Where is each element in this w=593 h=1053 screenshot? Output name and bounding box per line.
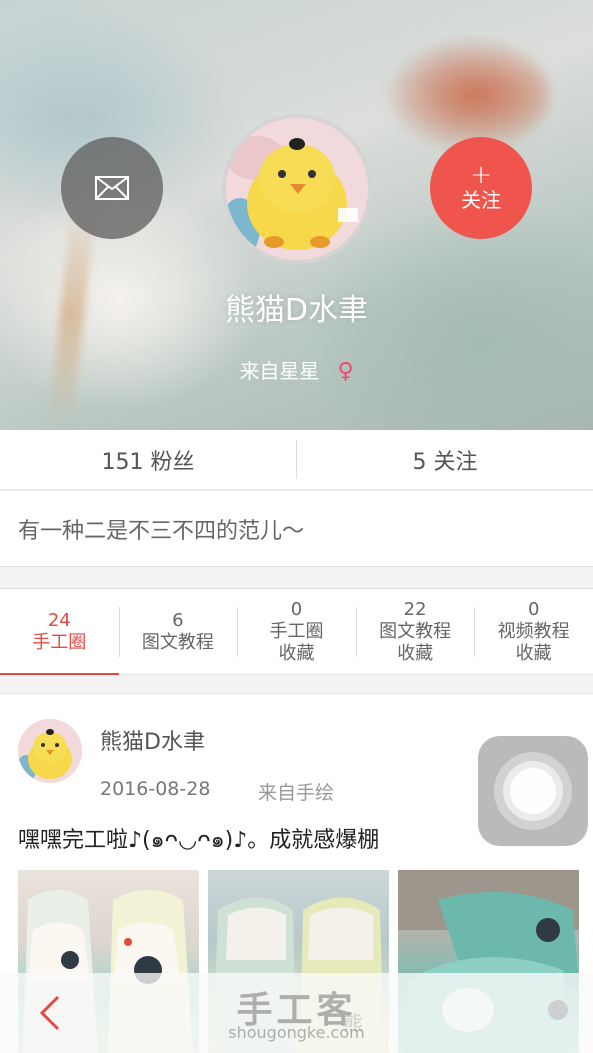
- tab-video-favorites[interactable]: 0 视频教程 收藏: [474, 589, 593, 674]
- profile-avatar[interactable]: [222, 114, 372, 264]
- stats-bar: 151 粉丝 5 关注: [0, 430, 593, 490]
- assistive-touch-button[interactable]: [478, 736, 588, 846]
- tab-count: 0: [290, 598, 303, 620]
- tab-label-line2: 收藏: [515, 642, 552, 664]
- post-author-name[interactable]: 熊猫D水聿: [100, 724, 205, 756]
- profile-username: 熊猫D水聿: [224, 293, 369, 328]
- following-count[interactable]: 5 关注: [297, 430, 593, 489]
- follow-button[interactable]: + 关注: [430, 137, 532, 239]
- tab-label: 图文教程: [379, 620, 452, 642]
- tab-count: 0: [527, 598, 540, 620]
- chick-plush-avatar: [226, 118, 368, 260]
- plus-icon: +: [470, 160, 492, 190]
- post-date: 2016-08-28: [100, 778, 211, 800]
- tab-count: 6: [172, 609, 184, 631]
- mail-icon: [95, 176, 129, 200]
- profile-origin: 来自星星 ♀: [0, 355, 593, 384]
- profile-header: + 关注 熊猫D水聿 来自星星 ♀: [0, 0, 593, 430]
- profile-bio: 有一种二是不三不四的范儿～: [0, 491, 593, 567]
- origin-text: 来自星星: [239, 359, 320, 383]
- female-icon: ♀: [337, 359, 354, 384]
- profile-tabs: 24 手工圈 6 图文教程 0 手工圈 收藏 22 图文教程 收藏 0 视频教程…: [0, 588, 593, 675]
- tab-label-line2: 收藏: [397, 642, 434, 664]
- tab-label: 手工圈: [32, 631, 87, 653]
- tab-tutorials[interactable]: 6 图文教程: [118, 589, 238, 674]
- tab-label: 视频教程: [497, 620, 570, 642]
- tab-label-line2: 收藏: [278, 642, 315, 664]
- tab-label: 手工圈: [269, 620, 324, 642]
- assistive-touch-core: [510, 768, 556, 814]
- tab-label: 图文教程: [141, 631, 214, 653]
- message-button[interactable]: [61, 137, 163, 239]
- tab-handcraft-circle[interactable]: 24 手工圈: [0, 589, 119, 675]
- assistive-touch-icon: [494, 752, 572, 830]
- background-flower: [380, 40, 550, 150]
- chick-plush-avatar: [18, 719, 82, 783]
- tab-circle-favorites[interactable]: 0 手工圈 收藏: [237, 589, 356, 674]
- post-source: 来自手绘: [258, 782, 335, 804]
- tab-count: 24: [47, 609, 71, 631]
- tab-count: 22: [403, 598, 427, 620]
- assistive-touch-ring: [503, 761, 563, 821]
- tab-tutorial-favorites[interactable]: 22 图文教程 收藏: [355, 589, 475, 674]
- follow-label: 关注: [461, 188, 501, 212]
- watermark-url: shougongke.com: [228, 1023, 365, 1042]
- fans-count[interactable]: 151 粉丝: [0, 430, 296, 489]
- bottom-bar: 手工客 shougongke.com: [0, 973, 593, 1053]
- post-author-avatar[interactable]: [18, 719, 82, 783]
- post-text: 嘿嘿完工啦♪(๑ᴖ◡ᴖ๑)♪。成就感爆棚: [18, 828, 380, 853]
